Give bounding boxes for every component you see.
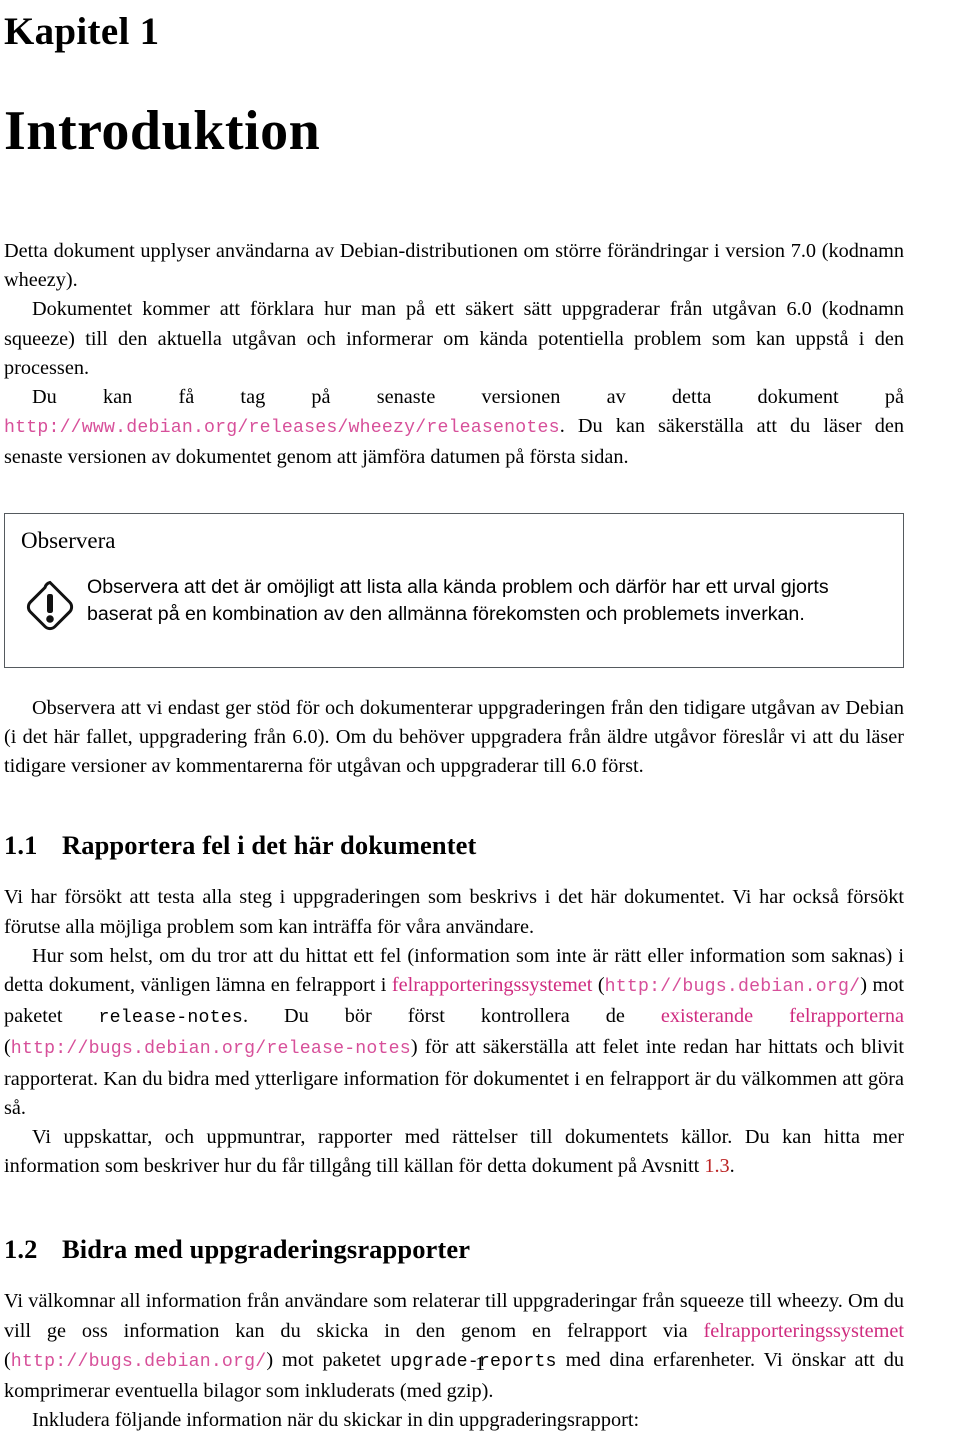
section-title-1-2: Bidra med uppgraderingsrapporter [62, 1233, 471, 1264]
section-1-1-paragraph-2: Hur som helst, om du tror att du hittat … [4, 942, 904, 1123]
section-1-1-paragraph-3: Vi uppskattar, och uppmuntrar, rapporter… [4, 1123, 904, 1181]
note-admonition-box: Observera Observera att det är omöjligt … [4, 512, 904, 669]
intro-p3-text-before: Du kan få tag på senaste versionen av de… [32, 386, 904, 409]
note-title: Observera [21, 527, 116, 553]
release-notes-url-link[interactable]: http://www.debian.org/releases/wheezy/re… [4, 418, 560, 438]
s11p2-seg4: . Du bör först kontrollera de [243, 1005, 661, 1028]
bugs-debian-org-release-notes-url[interactable]: http://bugs.debian.org/release-notes [11, 1039, 411, 1059]
note-body-row: Observera att det är omöjligt att lista … [21, 562, 885, 641]
existing-bug-reports-link[interactable]: existerande felrapporterna [661, 1005, 904, 1027]
s11p2-seg5: ( [4, 1036, 11, 1059]
section-heading-1-1: 1.1 Rapportera fel i det här dokumentet [4, 830, 904, 862]
s11p2-seg2: ( [592, 974, 605, 997]
bugs-debian-org-url[interactable]: http://bugs.debian.org/ [605, 977, 861, 997]
section-number-1-2: 1.2 [4, 1233, 38, 1264]
intro-paragraph-1: Detta dokument upplyser användarna av De… [4, 240, 904, 292]
package-name-release-notes: release-notes [98, 1008, 243, 1029]
page-content: Kapitel 1 Introduktion Detta dokument up… [4, 0, 904, 1435]
intro-paragraph-3: Du kan få tag på senaste versionen av de… [4, 383, 904, 473]
section-title-1-1: Rapportera fel i det här dokumentet [62, 829, 477, 860]
warning-diamond-icon [21, 574, 83, 641]
bug-tracking-system-link[interactable]: felrapporteringssystemet [392, 974, 593, 996]
chapter-label: Kapitel 1 [4, 10, 160, 53]
section-number-1-1: 1.1 [4, 829, 38, 860]
section-1-1-paragraph-1: Vi har försökt att testa alla steg i upp… [4, 886, 904, 938]
chapter-title: Introduktion [4, 100, 321, 162]
page-number: 1 [475, 1353, 485, 1375]
s11p3-seg1: Vi uppskattar, och uppmuntrar, rapporter… [4, 1126, 904, 1178]
after-note-paragraph: Observera att vi endast ger stöd för och… [4, 697, 904, 778]
section-1-2-paragraph-2: Inkludera följande information när du sk… [32, 1409, 640, 1432]
bug-tracking-system-link-2[interactable]: felrapporteringssystemet [704, 1320, 905, 1342]
section-1-2-paragraph-1: Vi välkomnar all information från använd… [4, 1287, 904, 1406]
section-heading-1-2: 1.2 Bidra med uppgraderingsrapporter [4, 1234, 904, 1266]
cross-reference-1-3[interactable]: 1.3 [704, 1155, 729, 1177]
s11p3-seg2: . [729, 1155, 735, 1178]
note-text: Observera att det är omöjligt att lista … [87, 576, 829, 626]
document-page: Kapitel 1 Introduktion Detta dokument up… [0, 0, 960, 1431]
intro-paragraph-2: Dokumentet kommer att förklara hur man p… [4, 298, 904, 379]
